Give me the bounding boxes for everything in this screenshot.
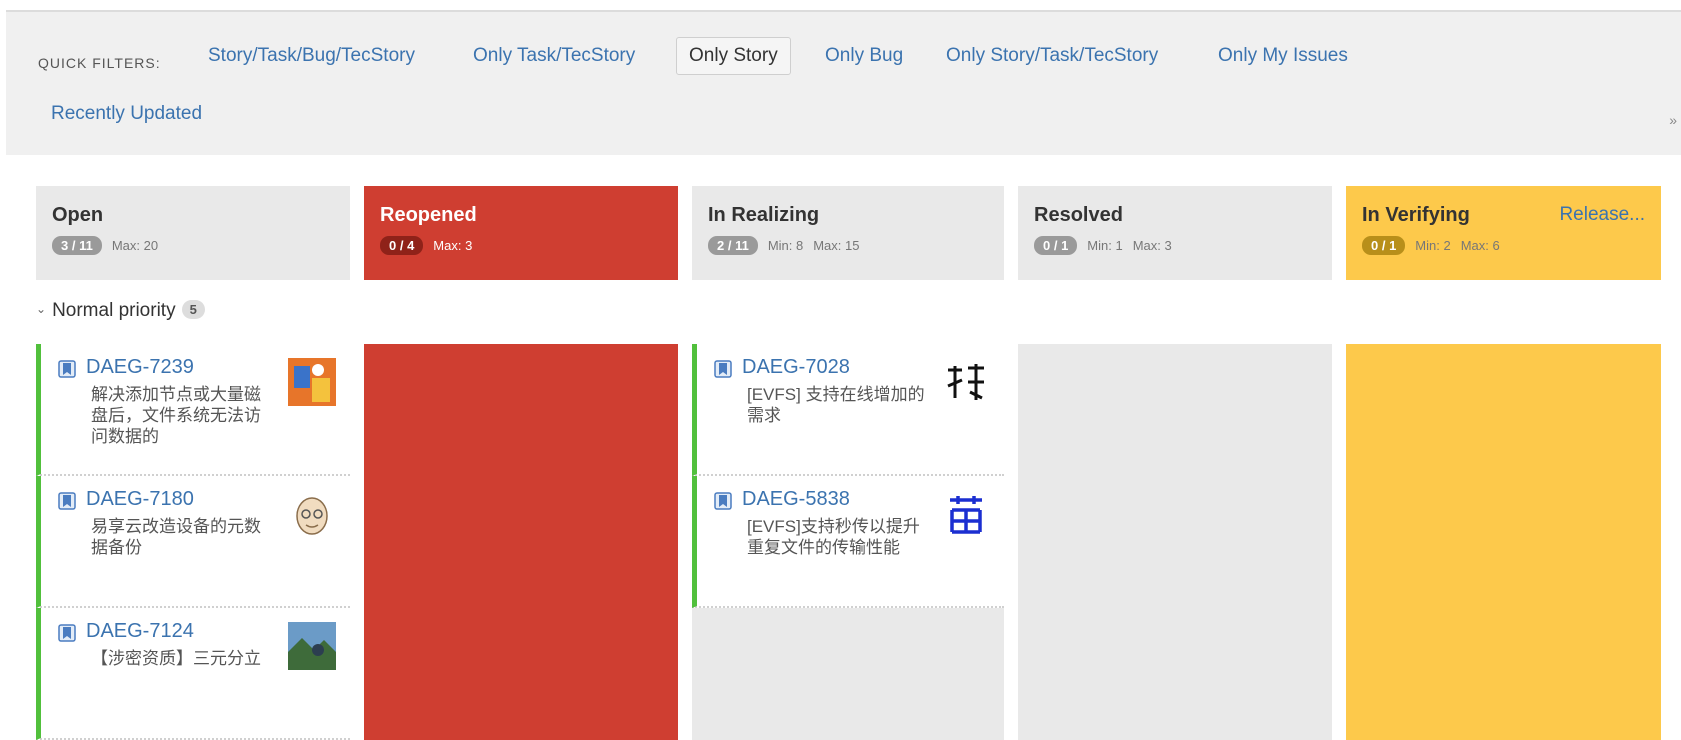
landscape-avatar [288, 622, 336, 670]
column-max: Max: 15 [813, 238, 860, 253]
swimlane-label: Normal priority [52, 300, 176, 321]
issue-key-link[interactable]: DAEG-7124 [86, 620, 194, 643]
quick-filters-label: QUICK FILTERS: [38, 55, 161, 71]
blue-character-avatar [942, 490, 990, 538]
column-max: Max: 3 [433, 238, 473, 253]
quick-filter-recently-updated[interactable]: Recently Updated [39, 96, 214, 132]
expand-filters-icon[interactable]: » [1669, 112, 1677, 128]
issue-card[interactable]: DAEG-7028 [EVFS] 支持在线增加的需求 [692, 344, 1004, 476]
column-min: Min: 1 [1087, 238, 1123, 253]
column-issue-count: 0 / 1 [1362, 236, 1406, 255]
column-header-open: Open 3 / 11 Max: 20 [36, 186, 350, 280]
calligraphy-avatar [942, 358, 990, 406]
issue-key-link[interactable]: DAEG-7028 [742, 356, 850, 379]
quick-filter-only-bug[interactable]: Only Bug [813, 38, 915, 74]
issue-summary: 【涉密资质】三元分立 [91, 649, 261, 668]
quick-filter-only-story[interactable]: Only Story [676, 37, 791, 75]
column-min: Min: 8 [767, 238, 804, 253]
column-issue-count: 0 / 1 [1034, 236, 1078, 255]
column-body-in-verifying [1346, 344, 1661, 740]
column-issue-count: 2 / 11 [708, 236, 758, 255]
quick-filter-only-task-tecstory[interactable]: Only Task/TecStory [461, 38, 647, 74]
cartoon-face-avatar [288, 490, 336, 538]
story-type-icon [714, 360, 732, 378]
column-body-reopened [364, 344, 678, 740]
issue-summary: [EVFS]支持秒传以提升重复文件的传输性能 [747, 517, 920, 557]
column-name: Open [52, 204, 104, 226]
story-type-icon [58, 492, 76, 510]
column-max: Max: 20 [111, 238, 159, 253]
column-issue-count: 0 / 4 [380, 236, 424, 255]
issue-key-link[interactable]: DAEG-7180 [86, 488, 194, 511]
chevron-down-icon[interactable]: ⌄ [36, 302, 46, 316]
column-max: Max: 3 [1132, 238, 1172, 253]
column-body-resolved [1018, 344, 1332, 740]
issue-key-link[interactable]: DAEG-7239 [86, 356, 194, 379]
story-type-icon [714, 492, 732, 510]
column-header-resolved: Resolved 0 / 1 Min: 1 Max: 3 [1018, 186, 1332, 280]
release-link[interactable]: Release... [1559, 204, 1645, 226]
column-min: Min: 2 [1415, 238, 1451, 253]
column-name: In Realizing [708, 204, 820, 226]
issue-card[interactable]: DAEG-7180 易享云改造设备的元数据备份 [36, 476, 350, 608]
column-header-in-realizing: In Realizing 2 / 11 Min: 8 Max: 15 [692, 186, 1004, 280]
issue-card[interactable]: DAEG-7124 【涉密资质】三元分立 [36, 608, 350, 740]
swimlane-header[interactable]: ⌄ Normal priority 5 [36, 300, 205, 322]
issue-summary: 易享云改造设备的元数据备份 [91, 517, 261, 557]
swimlane-count: 5 [181, 300, 205, 319]
photo-avatar [288, 358, 336, 406]
column-header-reopened: Reopened 0 / 4 Max: 3 [364, 186, 678, 280]
issue-summary: [EVFS] 支持在线增加的需求 [747, 385, 925, 425]
quick-filter-story-task-bug-tecstory[interactable]: Story/Task/Bug/TecStory [196, 38, 427, 74]
story-type-icon [58, 624, 76, 642]
story-type-icon [58, 360, 76, 378]
column-max: Max: 6 [1460, 238, 1500, 253]
quick-filters-bar: QUICK FILTERS: Story/Task/Bug/TecStory O… [6, 10, 1681, 155]
issue-card[interactable]: DAEG-7239 解决添加节点或大量磁盘后，文件系统无法访问数据的 [36, 344, 350, 476]
issue-card[interactable]: DAEG-5838 [EVFS]支持秒传以提升重复文件的传输性能 [692, 476, 1004, 608]
column-name: Reopened [380, 204, 477, 226]
column-header-in-verifying: In Verifying 0 / 1 Min: 2 Max: 6 Release..… [1346, 186, 1661, 280]
quick-filter-only-my-issues[interactable]: Only My Issues [1206, 38, 1360, 74]
issue-summary: 解决添加节点或大量磁盘后，文件系统无法访问数据的 [91, 385, 261, 446]
quick-filter-only-story-task-tecstory[interactable]: Only Story/Task/TecStory [934, 38, 1170, 74]
issue-key-link[interactable]: DAEG-5838 [742, 488, 850, 511]
column-name: Resolved [1034, 204, 1123, 226]
column-issue-count: 3 / 11 [52, 236, 102, 255]
